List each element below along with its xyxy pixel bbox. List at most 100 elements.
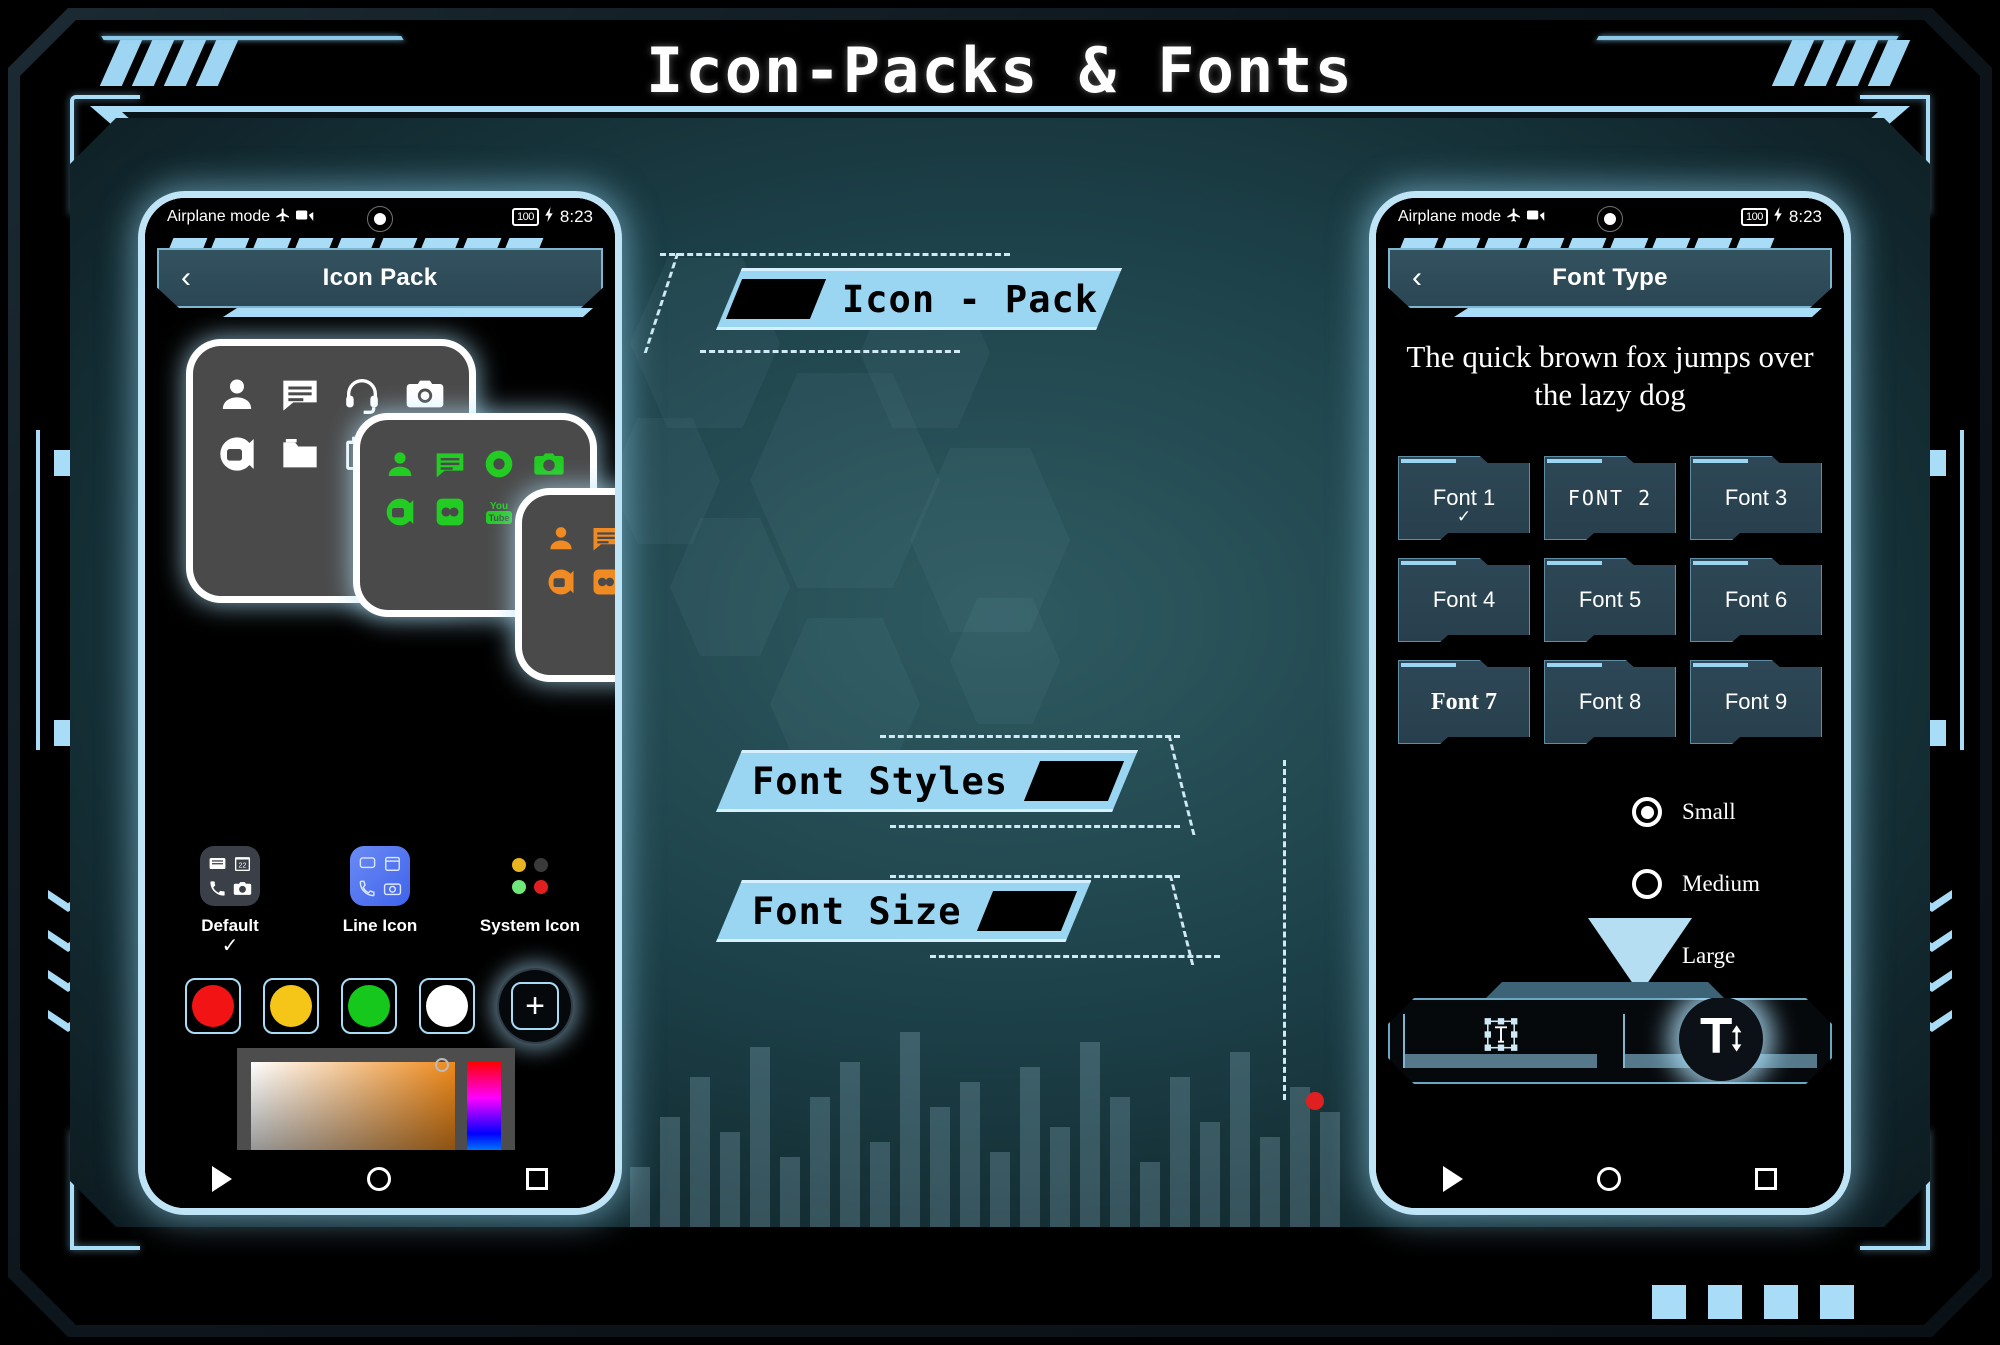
left-nav-bar xyxy=(145,1150,615,1208)
video-call-icon xyxy=(215,432,259,476)
text-size-tool-glow[interactable] xyxy=(1679,997,1763,1081)
right-app-header: ‹ Font Type xyxy=(1388,248,1832,308)
pack-option-system-icon[interactable]: System Icon xyxy=(455,846,605,956)
color-swatch-yellow[interactable] xyxy=(263,978,319,1034)
font-button-7[interactable]: Font 7 xyxy=(1398,660,1530,744)
radio-row-medium[interactable]: Medium xyxy=(1632,848,1760,920)
nav-back-icon[interactable] xyxy=(212,1166,233,1192)
left-app-title: Icon Pack xyxy=(322,264,438,291)
font-label-7: Font 7 xyxy=(1431,688,1497,715)
contact-icon xyxy=(382,446,418,482)
svg-text:22: 22 xyxy=(238,862,246,870)
message-icon xyxy=(278,372,322,416)
left-app-header: ‹ Icon Pack xyxy=(157,248,603,308)
front-camera-icon xyxy=(1597,206,1623,232)
radio-row-small[interactable]: Small xyxy=(1632,776,1760,848)
font-label-3: Font 3 xyxy=(1724,485,1788,510)
equalizer-decor xyxy=(630,997,1410,1227)
font-button-6[interactable]: Font 6 xyxy=(1690,558,1822,642)
appstore-icon xyxy=(432,494,468,530)
folder-icon xyxy=(278,432,322,476)
font-label-4: Font 4 xyxy=(1432,587,1496,612)
right-status-label: Airplane mode xyxy=(1398,208,1502,225)
appstore-icon xyxy=(589,565,615,599)
text-size-tool[interactable] xyxy=(1623,1014,1817,1068)
callout-icon-pack-label: Icon - Pack xyxy=(842,277,1099,321)
font-label-2: FONT 2 xyxy=(1567,486,1653,510)
left-status-time: 8:23 xyxy=(559,207,593,226)
pack-label-line-icon: Line Icon xyxy=(342,916,418,935)
add-color-button[interactable]: + xyxy=(497,968,573,1044)
pack-label-default: Default xyxy=(201,916,259,935)
svg-text:You: You xyxy=(490,501,508,512)
icon-grid-orange: YouTube xyxy=(544,521,615,599)
font-button-5[interactable]: Font 5 xyxy=(1544,558,1676,642)
font-button-3[interactable]: Font 3 xyxy=(1690,456,1822,540)
video-call-icon xyxy=(382,494,418,530)
sv-cursor-handle[interactable] xyxy=(435,1058,449,1072)
right-phone: Airplane mode 100 8:23 ‹ Font Type The q… xyxy=(1376,198,1844,1208)
font-button-8[interactable]: Font 8 xyxy=(1544,660,1676,744)
right-header-underline xyxy=(1454,308,1822,317)
color-swatch-red[interactable] xyxy=(185,978,241,1034)
nav-home-icon[interactable] xyxy=(366,1167,391,1191)
add-color-label: + xyxy=(511,982,559,1030)
callout-font-size: Font Size xyxy=(716,880,1091,942)
nav-home-icon[interactable] xyxy=(1597,1167,1621,1191)
font-button-9[interactable]: Font 9 xyxy=(1690,660,1822,744)
nav-recents-icon[interactable] xyxy=(525,1168,548,1190)
font-button-2[interactable]: FONT 2 xyxy=(1544,456,1676,540)
color-swatch-green[interactable] xyxy=(341,978,397,1034)
color-swatch-white[interactable] xyxy=(419,978,475,1034)
right-nav-bar xyxy=(1376,1150,1844,1208)
bottom-indicator-squares xyxy=(1652,1285,1854,1319)
chrome-icon xyxy=(481,446,517,482)
font-button-4[interactable]: Font 4 xyxy=(1398,558,1530,642)
airplane-icon xyxy=(275,207,291,228)
nav-back-icon[interactable] xyxy=(1443,1166,1463,1192)
camera-icon xyxy=(403,372,447,416)
text-size-icon xyxy=(1697,1013,1745,1064)
font-button-1[interactable]: Font 1 ✓ xyxy=(1398,456,1530,540)
text-box-tool[interactable] xyxy=(1403,1014,1597,1068)
callout-font-styles: Font Styles xyxy=(716,750,1138,812)
dashed-to-toolbar xyxy=(1283,760,1286,1100)
contact-icon xyxy=(215,372,259,416)
nav-recents-icon[interactable] xyxy=(1755,1168,1777,1190)
radio-small-icon[interactable] xyxy=(1632,797,1662,827)
screenshot-root: Icon-Packs & Fonts Icon - Pack Font Styl… xyxy=(0,0,2000,1345)
video-call-icon xyxy=(544,565,578,599)
dashed-font-size-top xyxy=(890,875,1180,878)
callout-font-size-label: Font Size xyxy=(752,889,962,933)
airplane-icon xyxy=(1506,207,1522,228)
headset-icon xyxy=(340,372,384,416)
dashed-font-styles-top xyxy=(880,735,1180,738)
callout-chip-font-styles xyxy=(1024,761,1124,801)
title-angle-left xyxy=(101,36,435,94)
pack-tile-default: 22 xyxy=(200,846,260,906)
charging-bolt-icon xyxy=(1774,207,1783,227)
radio-label-medium: Medium xyxy=(1682,871,1760,896)
pack-check-default: ✓ xyxy=(221,935,239,957)
pack-option-line-icon[interactable]: Line Icon xyxy=(305,846,455,956)
contact-icon xyxy=(544,521,578,555)
pack-option-default[interactable]: 22 Default ✓ xyxy=(155,846,305,956)
callout-icon-pack: Icon - Pack xyxy=(716,268,1122,330)
dashed-font-size-bottom xyxy=(930,955,1220,958)
font-label-5: Font 5 xyxy=(1578,587,1642,612)
pack-tile-line-icon xyxy=(350,846,410,906)
font-grid: Font 1 ✓ FONT 2 Font 3 Font 4 Font 5 Fon… xyxy=(1398,456,1822,744)
color-swatch-row: + xyxy=(185,968,573,1044)
icon-preview-card-orange: YouTube xyxy=(522,495,615,675)
left-phone-screen: Airplane mode 100 8:23 ‹ Icon Pack You T… xyxy=(145,198,615,1208)
message-icon xyxy=(432,446,468,482)
callout-font-styles-label: Font Styles xyxy=(752,759,1009,803)
right-app-header-wrap: ‹ Font Type xyxy=(1384,238,1836,316)
camera-icon xyxy=(531,446,567,482)
right-status-time: 8:23 xyxy=(1788,207,1822,226)
video-recording-icon xyxy=(296,208,314,226)
callout-chip-font-size xyxy=(977,891,1077,931)
radio-medium-icon[interactable] xyxy=(1632,869,1662,899)
right-rail xyxy=(1960,430,1964,750)
svg-text:Tube: Tube xyxy=(489,513,510,523)
